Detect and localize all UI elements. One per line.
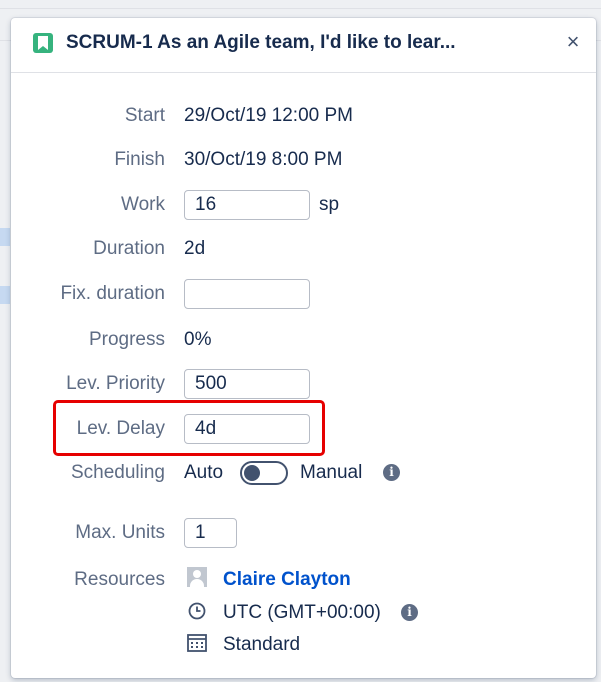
duration-label: Duration bbox=[93, 238, 165, 259]
issue-title[interactable]: SCRUM-1 As an Agile team, I'd like to le… bbox=[66, 32, 546, 54]
lev-priority-label: Lev. Priority bbox=[66, 373, 165, 394]
finish-row: Finish 30/Oct/19 8:00 PM bbox=[11, 145, 596, 175]
start-label: Start bbox=[124, 105, 165, 126]
fix-duration-row: Fix. duration bbox=[11, 279, 596, 309]
work-row: Work sp bbox=[11, 190, 596, 220]
toggle-knob bbox=[244, 465, 260, 481]
scheduling-auto-label: Auto bbox=[184, 462, 224, 483]
timezone-value: UTC (GMT+00:00) bbox=[223, 602, 381, 623]
work-unit: sp bbox=[319, 194, 340, 215]
fix-duration-input[interactable] bbox=[184, 279, 310, 309]
scheduling-manual-label: Manual bbox=[300, 462, 363, 483]
timezone-row: UTC (GMT+00:00) i bbox=[11, 598, 596, 628]
progress-row: Progress 0% bbox=[11, 325, 596, 355]
progress-value: 0% bbox=[184, 329, 212, 350]
info-icon[interactable]: i bbox=[383, 464, 400, 481]
calendar-row: Standard bbox=[11, 630, 596, 660]
max-units-label: Max. Units bbox=[75, 522, 165, 543]
work-label: Work bbox=[121, 194, 165, 215]
lev-delay-row: Lev. Delay bbox=[11, 414, 596, 444]
start-row: Start 29/Oct/19 12:00 PM bbox=[11, 101, 596, 131]
scheduling-label: Scheduling bbox=[70, 462, 165, 483]
calendar-value: Standard bbox=[223, 634, 301, 655]
popup-header: SCRUM-1 As an Agile team, I'd like to le… bbox=[11, 18, 596, 73]
max-units-row: Max. Units bbox=[11, 518, 596, 548]
progress-label: Progress bbox=[88, 329, 165, 350]
finish-label: Finish bbox=[114, 149, 165, 170]
lev-delay-label: Lev. Delay bbox=[76, 418, 165, 439]
duration-row: Duration 2d bbox=[11, 234, 596, 264]
lev-priority-row: Lev. Priority bbox=[11, 369, 596, 399]
finish-value: 30/Oct/19 8:00 PM bbox=[184, 149, 343, 170]
task-details-popup: SCRUM-1 As an Agile team, I'd like to le… bbox=[11, 18, 596, 678]
fix-duration-label: Fix. duration bbox=[60, 283, 165, 304]
story-bookmark-icon bbox=[33, 33, 53, 53]
work-input[interactable] bbox=[184, 190, 310, 220]
scheduling-toggle[interactable] bbox=[240, 461, 288, 485]
duration-value: 2d bbox=[184, 238, 206, 259]
max-units-input[interactable] bbox=[184, 518, 237, 548]
start-value: 29/Oct/19 12:00 PM bbox=[184, 105, 353, 126]
scheduling-row: Scheduling Auto Manual i bbox=[11, 458, 596, 488]
resources-label: Resources bbox=[74, 569, 165, 590]
avatar bbox=[187, 567, 207, 587]
timezone-info-icon[interactable]: i bbox=[401, 604, 418, 621]
resource-name-link[interactable]: Claire Clayton bbox=[223, 569, 351, 591]
close-icon[interactable]: × bbox=[561, 30, 585, 54]
resources-row: Resources Claire Clayton bbox=[11, 565, 596, 595]
lev-priority-input[interactable] bbox=[184, 369, 310, 399]
lev-delay-input[interactable] bbox=[184, 414, 310, 444]
